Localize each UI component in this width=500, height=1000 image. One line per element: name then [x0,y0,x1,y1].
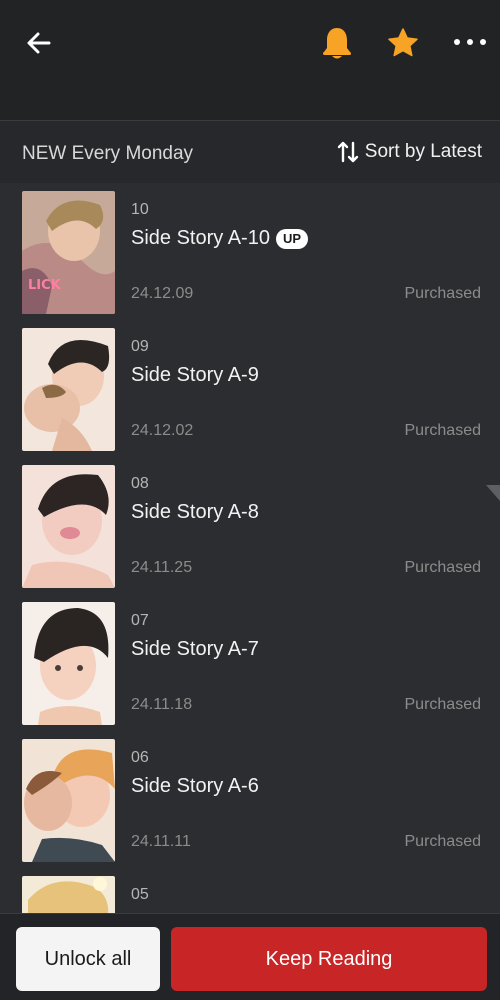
episode-title-wrap: Side Story A-10 UP [131,227,309,250]
episode-list[interactable]: LICK 10 Side Story A-10 UP 24.12.09 Purc… [0,183,500,913]
keep-reading-button[interactable]: Keep Reading [171,927,487,991]
episode-status: Purchased [404,422,482,439]
episode-title-wrap: Side Story A-6 [131,775,259,798]
up-badge: UP [275,228,309,249]
episode-row[interactable]: 09 Side Story A-9 24.12.02 Purchased [0,320,500,457]
notification-button[interactable] [320,24,354,62]
episode-date: 24.11.25 [131,559,193,576]
episode-thumbnail: LICK [22,191,115,314]
episode-number: 06 [131,749,149,766]
episode-status: Purchased [404,696,482,713]
episode-number: 07 [131,612,149,629]
more-icon [454,39,486,45]
episode-number: 08 [131,475,149,492]
episode-number: 10 [131,201,149,218]
star-icon [388,28,418,57]
episode-row[interactable]: 05 [0,868,500,913]
list-header: NEW Every Monday Sort by Latest [0,121,500,183]
more-options-button[interactable] [450,28,490,56]
episode-title-wrap: Side Story A-9 [131,364,259,387]
favorite-button[interactable] [386,26,420,60]
episode-date: 24.11.18 [131,696,193,713]
episode-number: 09 [131,338,149,355]
episode-date: 24.11.11 [131,833,191,850]
episode-date: 24.12.09 [131,285,194,302]
episode-thumbnail [22,876,115,913]
episode-title-wrap: Side Story A-7 [131,638,259,661]
sort-button[interactable]: Sort by Latest [337,139,482,165]
svg-text:LICK: LICK [28,278,62,293]
episode-title: Side Story A-6 [131,775,259,797]
episode-status: Purchased [404,285,482,302]
episode-title: Side Story A-7 [131,638,259,660]
episode-thumbnail [22,328,115,451]
episode-title: Side Story A-10 [131,227,270,249]
bottom-bar: Unlock all Keep Reading [0,913,500,1000]
episode-row[interactable]: LICK 10 Side Story A-10 UP 24.12.09 Purc… [0,183,500,320]
episode-title: Side Story A-9 [131,364,259,386]
episode-status: Purchased [404,559,482,576]
episode-title-wrap: Side Story A-8 [131,501,259,524]
episode-thumbnail [22,739,115,862]
episode-title: Side Story A-8 [131,501,259,523]
back-arrow-icon [27,32,51,54]
episode-status: Purchased [404,833,482,850]
bell-icon [323,28,351,59]
episode-row[interactable]: 08 Side Story A-8 24.11.25 Purchased [0,457,500,594]
episode-row[interactable]: 06 Side Story A-6 24.11.11 Purchased [0,731,500,868]
episode-date: 24.12.02 [131,422,194,439]
episode-thumbnail [22,602,115,725]
top-bar [0,0,500,120]
scroll-indicator [486,485,500,501]
unlock-all-button[interactable]: Unlock all [16,927,160,991]
episode-row[interactable]: 07 Side Story A-7 24.11.18 Purchased [0,594,500,731]
episode-thumbnail [22,465,115,588]
back-button[interactable] [22,26,56,60]
sort-icon [337,141,358,163]
schedule-text: NEW Every Monday [22,143,194,164]
episode-number: 05 [131,886,149,903]
sort-label: Sort by Latest [364,141,482,162]
